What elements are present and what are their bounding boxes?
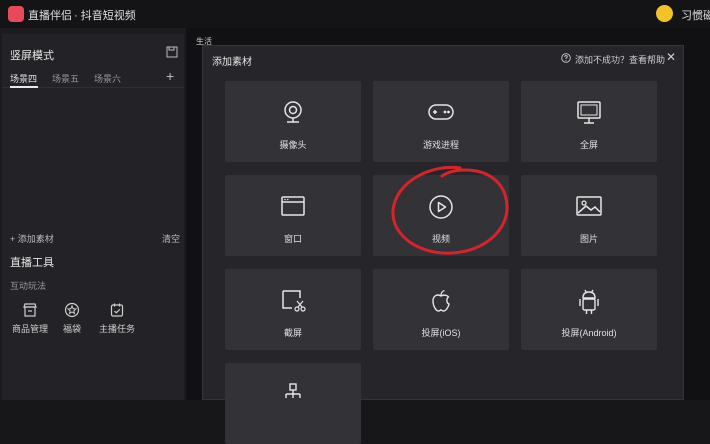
tile-fullscreen[interactable]: 全屏 (521, 81, 657, 162)
app-name: 直播伴侣 (28, 10, 72, 22)
scene-mode-title: 竖屏模式 (10, 50, 54, 62)
network-icon (285, 383, 301, 398)
tile-label: 窗口 (283, 234, 302, 244)
app-logo-icon (8, 6, 24, 22)
task-icon (110, 303, 124, 317)
avatar[interactable] (656, 5, 673, 22)
window-icon (281, 196, 305, 216)
tab-scene-6[interactable]: 场景六 (94, 72, 121, 85)
tile-cast-ios[interactable]: 投屏(iOS) (373, 269, 509, 350)
add-material-dialog: 添加素材 添加不成功？查看帮助 ✕ 摄像头 游戏进程 全屏 窗口 视频 图片 截… (202, 45, 684, 444)
user-name[interactable]: 习惯磁 (681, 7, 710, 23)
add-scene-button[interactable]: + (166, 68, 174, 84)
tile-video[interactable]: 视频 (373, 175, 509, 256)
monitor-icon (577, 101, 601, 124)
tile-label: 投屏(Android) (561, 328, 617, 338)
android-icon (579, 289, 599, 314)
play-icon (429, 195, 453, 219)
interactive-section-label: 互动玩法 (10, 281, 47, 291)
save-icon[interactable] (166, 46, 178, 58)
tile-label: 图片 (579, 234, 598, 244)
tool-label: 福袋 (62, 324, 81, 334)
screenshot-icon (282, 290, 306, 312)
app-mode: · 抖音短视频 (74, 10, 136, 22)
title-bar: 直播伴侣 · 抖音短视频 习惯磁 (0, 0, 710, 28)
lucky-bag-button[interactable]: 福袋 (47, 302, 97, 335)
image-icon (576, 196, 602, 216)
tile-game-process[interactable]: 游戏进程 (373, 81, 509, 162)
help-link[interactable]: 添加不成功？查看帮助 (575, 53, 665, 66)
tile-label: 视频 (431, 234, 450, 244)
live-tools-panel: 直播工具 互动玩法 商品管理 福袋 主播任务 (2, 246, 184, 400)
tile-label: 投屏(iOS) (421, 328, 461, 338)
tile-network-source[interactable] (225, 363, 361, 444)
tile-cast-android[interactable]: 投屏(Android) (521, 269, 657, 350)
scene-panel: 竖屏模式 场景四 场景五 场景六 + + 添加素材 清空 (2, 34, 184, 270)
tile-label: 摄像头 (279, 140, 307, 150)
tile-image[interactable]: 图片 (521, 175, 657, 256)
tile-screenshot[interactable]: 截屏 (225, 269, 361, 350)
tile-label: 截屏 (283, 328, 302, 338)
lucky-bag-icon (64, 302, 80, 318)
tab-scene-5[interactable]: 场景五 (52, 72, 79, 85)
tool-label: 主播任务 (98, 324, 135, 334)
live-tools-title: 直播工具 (10, 257, 54, 269)
tile-label: 全屏 (579, 140, 598, 150)
tab-scene-4[interactable]: 场景四 (10, 72, 37, 85)
active-tab-indicator (10, 86, 38, 88)
help-icon (561, 53, 571, 63)
left-panel: 竖屏模式 场景四 场景五 场景六 + + 添加素材 清空 直播工具 互动玩法 商… (0, 28, 186, 400)
dialog-title: 添加素材 (212, 57, 252, 68)
tile-window[interactable]: 窗口 (225, 175, 361, 256)
add-material-button[interactable]: + 添加素材 (10, 232, 54, 245)
tile-label: 游戏进程 (422, 140, 459, 150)
close-icon[interactable]: ✕ (666, 50, 676, 64)
apple-icon (432, 289, 450, 312)
camera-icon (284, 101, 302, 123)
shop-icon (23, 303, 37, 317)
tile-camera[interactable]: 摄像头 (225, 81, 361, 162)
scene-tabs: 场景四 场景五 场景六 + (2, 66, 184, 88)
gamepad-icon (428, 104, 454, 120)
clear-button[interactable]: 清空 (162, 232, 180, 245)
anchor-task-button[interactable]: 主播任务 (92, 302, 142, 335)
